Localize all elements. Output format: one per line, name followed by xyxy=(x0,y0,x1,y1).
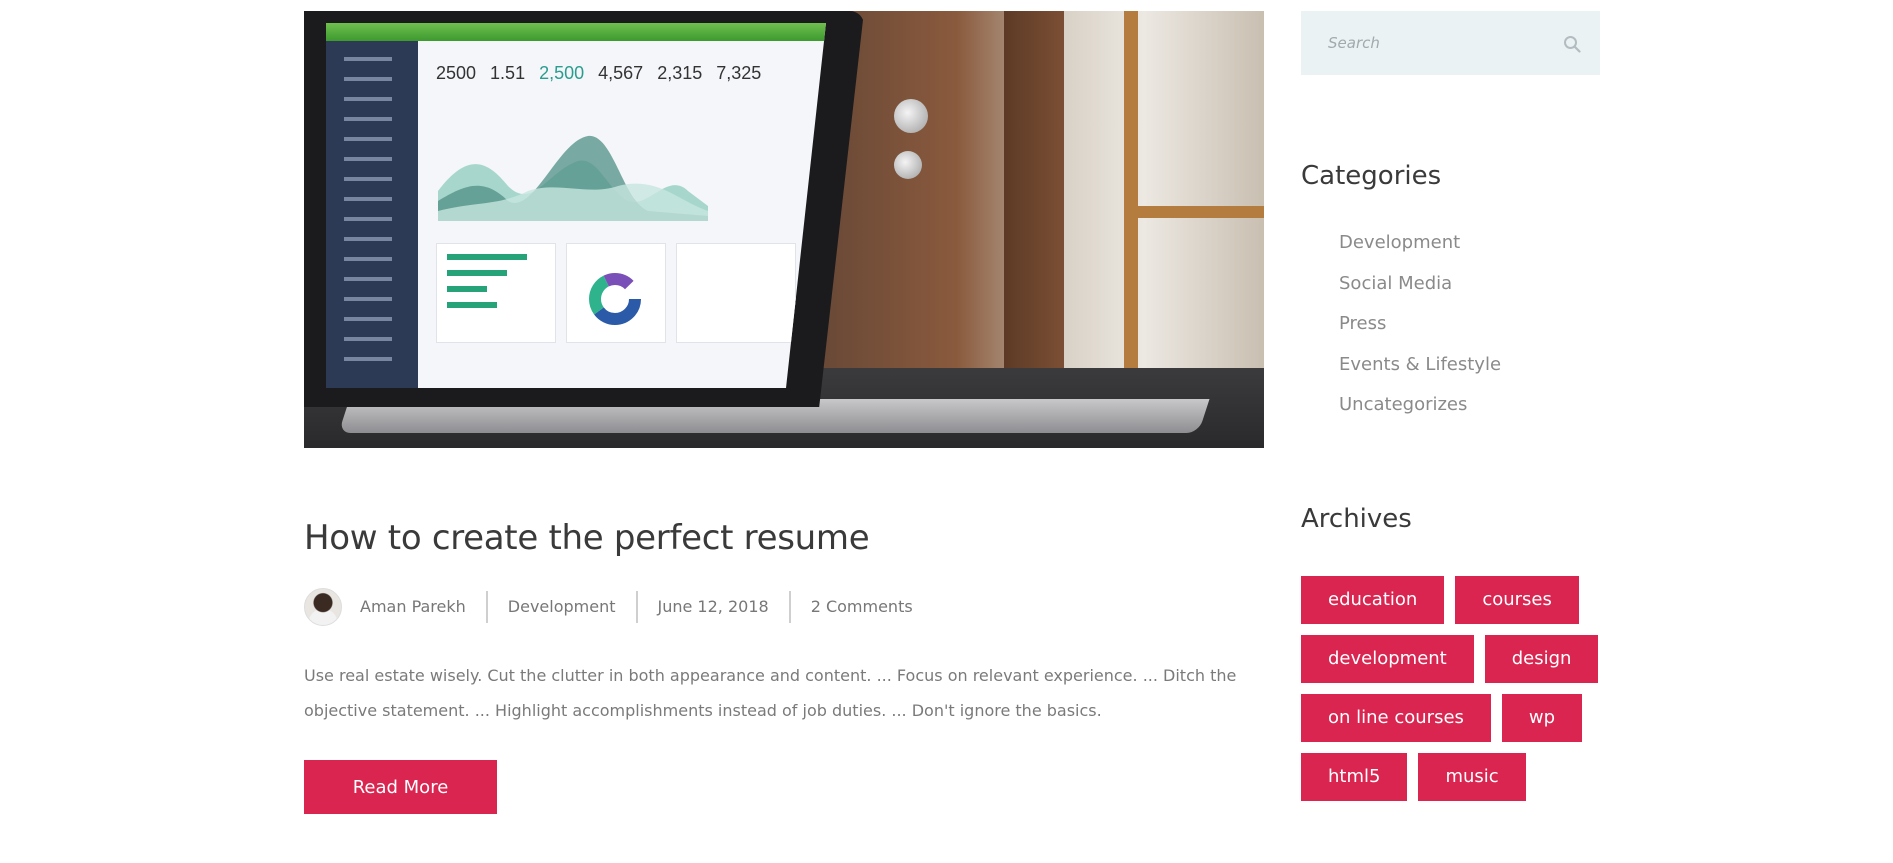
donut-chart xyxy=(589,273,641,325)
dashboard-sidebar xyxy=(326,41,418,388)
archive-tag[interactable]: on line courses xyxy=(1301,693,1491,742)
category-item[interactable]: Social Media xyxy=(1339,264,1600,305)
stat-value: 2,500 xyxy=(539,63,585,83)
post-title[interactable]: How to create the perfect resume xyxy=(304,518,1264,558)
post-featured-image[interactable]: 2500 1.51 2,500 4,567 2,315 7,325 xyxy=(304,11,1264,448)
archive-tag[interactable]: courses xyxy=(1455,575,1579,624)
shelf-bar xyxy=(1138,206,1264,218)
categories-title: Categories xyxy=(1301,161,1442,191)
post-excerpt: Use real estate wisely. Cut the clutter … xyxy=(304,666,1237,720)
categories-list: Development Social Media Press Events & … xyxy=(1301,223,1600,426)
dashboard-panel xyxy=(436,243,556,343)
category-item[interactable]: Uncategorizes xyxy=(1339,385,1600,426)
category-item[interactable]: Development xyxy=(1339,223,1600,264)
search-widget xyxy=(1301,11,1600,75)
post-author[interactable]: Aman Parekh xyxy=(342,591,488,623)
stat-value: 4,567 xyxy=(598,63,644,83)
archives-title: Archives xyxy=(1301,503,1412,534)
archive-tag[interactable]: education xyxy=(1301,575,1445,624)
door-edge xyxy=(1004,11,1064,391)
dashboard-area-chart xyxy=(438,135,708,221)
post-date: June 12, 2018 xyxy=(638,591,791,623)
category-item[interactable]: Press xyxy=(1339,304,1600,345)
archive-tag[interactable]: html5 xyxy=(1301,752,1408,801)
laptop-screen: 2500 1.51 2,500 4,567 2,315 7,325 xyxy=(326,23,826,388)
stat-value: 2,315 xyxy=(657,63,703,83)
sidebar: Categories Development Social Media Pres… xyxy=(1301,11,1600,801)
search-icon[interactable] xyxy=(1563,35,1581,53)
category-item[interactable]: Events & Lifestyle xyxy=(1339,345,1600,386)
search-input[interactable] xyxy=(1301,11,1541,75)
read-more-button[interactable]: Read More xyxy=(304,760,497,814)
post-meta: Aman Parekh Development June 12, 2018 2 … xyxy=(304,588,1264,626)
door-knob xyxy=(894,151,922,179)
stat-value: 2500 xyxy=(436,63,477,83)
archive-tags: education courses development design on … xyxy=(1301,575,1611,801)
archive-tag[interactable]: wp xyxy=(1501,693,1583,742)
post-comments[interactable]: 2 Comments xyxy=(791,591,933,623)
stat-value: 1.51 xyxy=(490,63,526,83)
archive-tag[interactable]: design xyxy=(1484,634,1599,683)
dashboard-panel xyxy=(566,243,666,343)
door-knob xyxy=(894,99,928,133)
post-category[interactable]: Development xyxy=(488,591,638,623)
dashboard-stats: 2500 1.51 2,500 4,567 2,315 7,325 xyxy=(436,63,816,103)
dashboard-panel xyxy=(676,243,796,343)
blog-post: 2500 1.51 2,500 4,567 2,315 7,325 How to… xyxy=(304,11,1264,814)
stat-value: 7,325 xyxy=(716,63,762,83)
archive-tag[interactable]: development xyxy=(1301,634,1474,683)
author-avatar[interactable] xyxy=(304,588,342,626)
laptop-lid: 2500 1.51 2,500 4,567 2,315 7,325 xyxy=(304,11,864,407)
browser-bar xyxy=(326,23,826,41)
archive-tag[interactable]: music xyxy=(1418,752,1526,801)
